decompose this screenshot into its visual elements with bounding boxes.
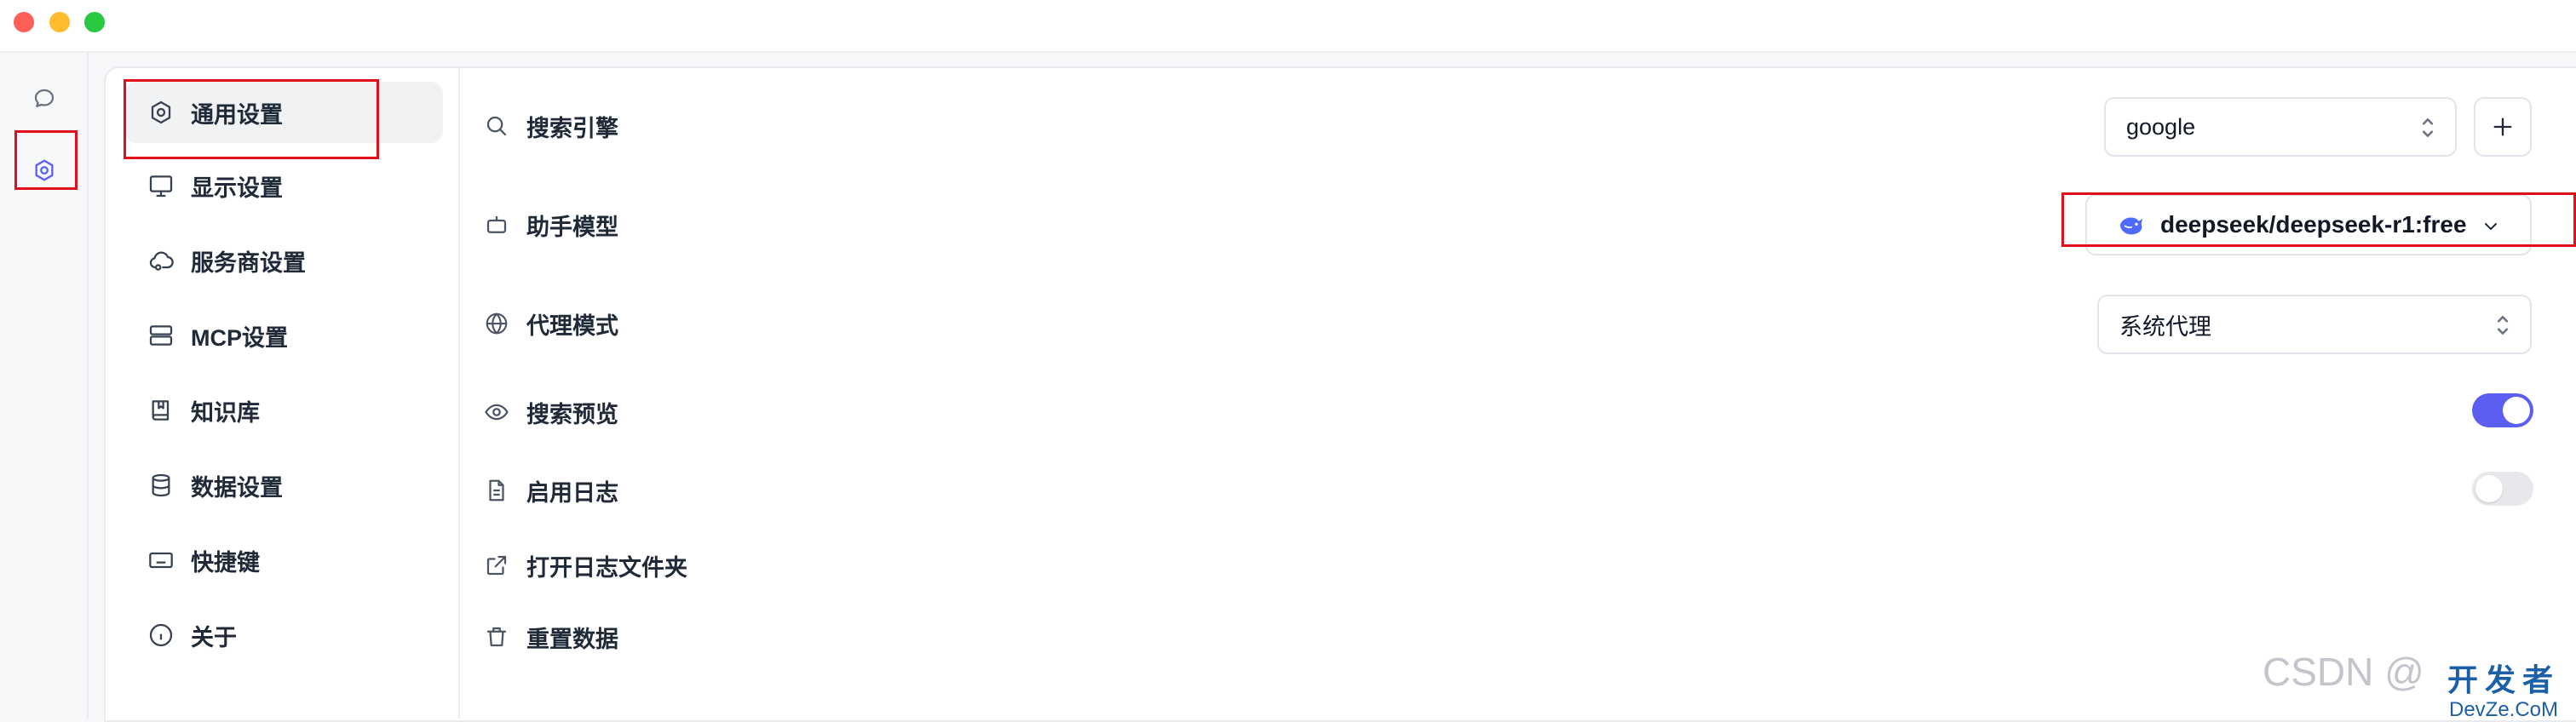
plus-icon xyxy=(2493,117,2512,136)
monitor-icon xyxy=(147,171,175,200)
select-value: deepseek/deepseek-r1:free xyxy=(2160,211,2467,238)
sidebar-item-label: 关于 xyxy=(191,624,237,650)
settings-sidebar: 通用设置 显示设置 服务商设置 MCP设置 知识库 数据设置 快捷键 关于 xyxy=(104,66,460,719)
chevron-updown-icon xyxy=(2422,118,2434,137)
sidebar-item-mcp[interactable]: MCP设置 xyxy=(124,305,443,366)
server-icon xyxy=(147,321,175,350)
file-text-icon xyxy=(482,476,511,505)
settings-nav-button[interactable] xyxy=(26,152,63,189)
setting-label: 打开日志文件夹 xyxy=(526,554,687,581)
sidebar-item-label: 通用设置 xyxy=(191,101,283,128)
chevron-down-icon xyxy=(2485,223,2497,230)
setting-label: 助手模型 xyxy=(526,214,618,240)
window-minimize-button[interactable] xyxy=(49,12,70,32)
settings-hexagon-icon xyxy=(35,159,54,181)
settings-panel xyxy=(104,66,2576,722)
search-icon xyxy=(482,112,511,140)
sidebar-item-providers[interactable]: 服务商设置 xyxy=(124,230,443,291)
book-icon xyxy=(147,396,175,425)
proxy-mode-select[interactable]: 系统代理 xyxy=(2097,295,2532,354)
globe-icon xyxy=(482,309,511,338)
trash-icon xyxy=(482,622,511,651)
cloud-icon xyxy=(147,246,175,275)
sidebar-item-shortcuts[interactable]: 快捷键 xyxy=(124,530,443,591)
window-close-button[interactable] xyxy=(14,12,34,32)
chat-bubble-icon xyxy=(34,89,55,107)
site-watermark-cn: 开发者 xyxy=(2447,662,2560,697)
setting-row-search-preview: 搜索预览 xyxy=(482,387,618,438)
external-link-icon xyxy=(482,551,511,580)
sidebar-item-about[interactable]: 关于 xyxy=(124,605,443,666)
chat-nav-button[interactable] xyxy=(26,80,63,117)
window-titlebar xyxy=(0,0,2576,53)
sidebar-item-label: 数据设置 xyxy=(191,474,283,501)
csdn-watermark: CSDN @ xyxy=(2263,650,2424,694)
sidebar-item-label: 快捷键 xyxy=(191,549,260,576)
site-watermark: 开发者 DevZe.CoM xyxy=(2440,656,2567,722)
open-log-folder-action[interactable]: 打开日志文件夹 xyxy=(482,540,687,591)
sidebar-item-knowledge[interactable]: 知识库 xyxy=(124,380,443,441)
assistant-model-select[interactable]: deepseek/deepseek-r1:free xyxy=(2085,194,2532,255)
select-value: google xyxy=(2126,113,2196,140)
app-icon-bar xyxy=(0,53,89,719)
sidebar-item-general[interactable]: 通用设置 xyxy=(124,82,443,143)
setting-row-proxy-mode: 代理模式 xyxy=(482,298,618,349)
setting-row-assistant-model: 助手模型 xyxy=(482,199,618,250)
setting-label: 搜索引擎 xyxy=(526,115,618,141)
keyboard-icon xyxy=(147,546,175,575)
search-engine-select[interactable]: google xyxy=(2104,97,2457,157)
setting-label: 搜索预览 xyxy=(526,401,618,427)
sidebar-item-label: 服务商设置 xyxy=(191,249,306,276)
toggle-knob xyxy=(2503,397,2530,424)
select-value: 系统代理 xyxy=(2119,313,2211,340)
search-preview-toggle[interactable] xyxy=(2472,393,2533,427)
setting-label: 代理模式 xyxy=(526,312,618,339)
sidebar-item-label: 知识库 xyxy=(191,399,260,426)
info-icon xyxy=(147,621,175,650)
window-zoom-button[interactable] xyxy=(84,12,105,32)
sidebar-item-label: MCP设置 xyxy=(191,324,288,351)
sidebar-item-label: 显示设置 xyxy=(191,175,283,201)
setting-row-search-engine: 搜索引擎 xyxy=(482,100,618,152)
sidebar-item-data[interactable]: 数据设置 xyxy=(124,455,443,516)
add-search-engine-button[interactable] xyxy=(2474,97,2532,157)
chevron-updown-icon xyxy=(2497,316,2509,335)
setting-label: 启用日志 xyxy=(526,479,618,506)
setting-label: 重置数据 xyxy=(526,626,618,652)
bot-icon xyxy=(482,210,511,239)
reset-data-action[interactable]: 重置数据 xyxy=(482,611,618,662)
sidebar-item-display[interactable]: 显示设置 xyxy=(124,155,443,216)
deepseek-whale-icon xyxy=(2119,217,2143,235)
database-icon xyxy=(147,471,175,500)
enable-log-toggle[interactable] xyxy=(2472,472,2533,506)
setting-row-enable-log: 启用日志 xyxy=(482,465,618,516)
toggle-knob xyxy=(2475,475,2503,502)
eye-icon xyxy=(482,398,511,427)
settings-hexagon-icon xyxy=(147,98,175,127)
